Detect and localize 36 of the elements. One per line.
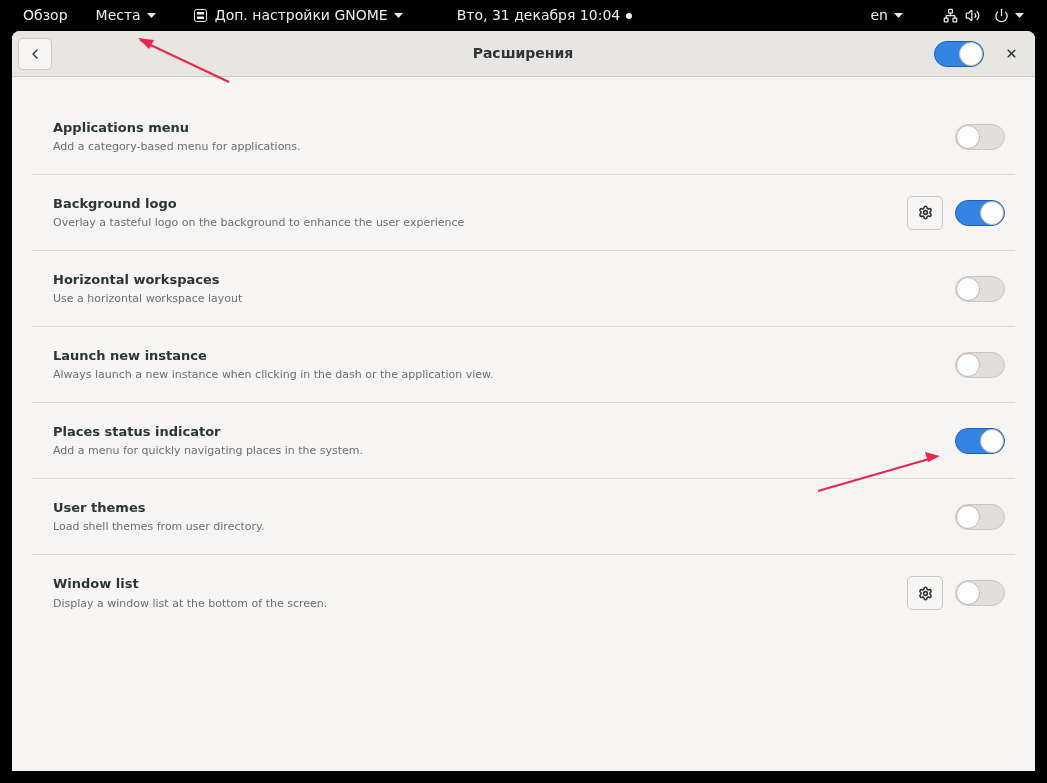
caret-icon: [146, 13, 156, 18]
volume-icon[interactable]: [965, 8, 980, 23]
close-icon: [1004, 47, 1018, 60]
caret-icon: [1015, 13, 1024, 18]
extension-description: Add a menu for quickly navigating places in the system.: [53, 443, 365, 459]
extension-description: Overlay a tasteful logo on the background to enhance the user experience: [53, 215, 466, 231]
settings-button[interactable]: [907, 195, 943, 230]
extension-name: Horizontal workspaces: [53, 270, 221, 289]
toggle-switch[interactable]: [955, 199, 1005, 226]
extension-description: Display a window list at the bottom of the screen.: [53, 595, 329, 612]
extension-description: Always launch a new instance when clicking in the dash or the application view.: [53, 367, 495, 383]
toggle-switch[interactable]: [934, 40, 984, 67]
extension-name: Launch new instance: [53, 346, 208, 365]
extension-name: Places status indicator: [53, 422, 222, 441]
overview-button[interactable]: Обзор: [23, 5, 68, 26]
keyboard-layout-menu[interactable]: en: [870, 5, 903, 26]
extension-description: Use a horizontal workspace layout: [53, 291, 244, 307]
caret-icon: [393, 13, 403, 18]
extension-name: Background logo: [53, 194, 178, 213]
extension-name: Window list: [53, 575, 140, 593]
app-icon: [193, 9, 207, 22]
places-menu[interactable]: Места: [95, 5, 156, 26]
extension-name: User themes: [53, 498, 147, 517]
caret-icon: [894, 13, 903, 18]
settings-button[interactable]: [907, 576, 943, 610]
window-title: Расширения: [471, 44, 575, 63]
clock[interactable]: Вто, 31 декабря 10:04: [456, 5, 633, 26]
extension-name: Applications menu: [53, 118, 191, 137]
app-menu[interactable]: Доп. настройки GNOME: [193, 5, 403, 26]
gear-icon: [917, 205, 933, 220]
network-icon[interactable]: [943, 8, 958, 23]
power-icon[interactable]: [994, 8, 1009, 23]
extension-description: Add a category-based menu for applications.: [53, 139, 302, 155]
gear-icon: [917, 585, 933, 601]
extension-description: Load shell themes from user directory.: [53, 519, 266, 535]
toggle-switch[interactable]: [955, 427, 1005, 454]
